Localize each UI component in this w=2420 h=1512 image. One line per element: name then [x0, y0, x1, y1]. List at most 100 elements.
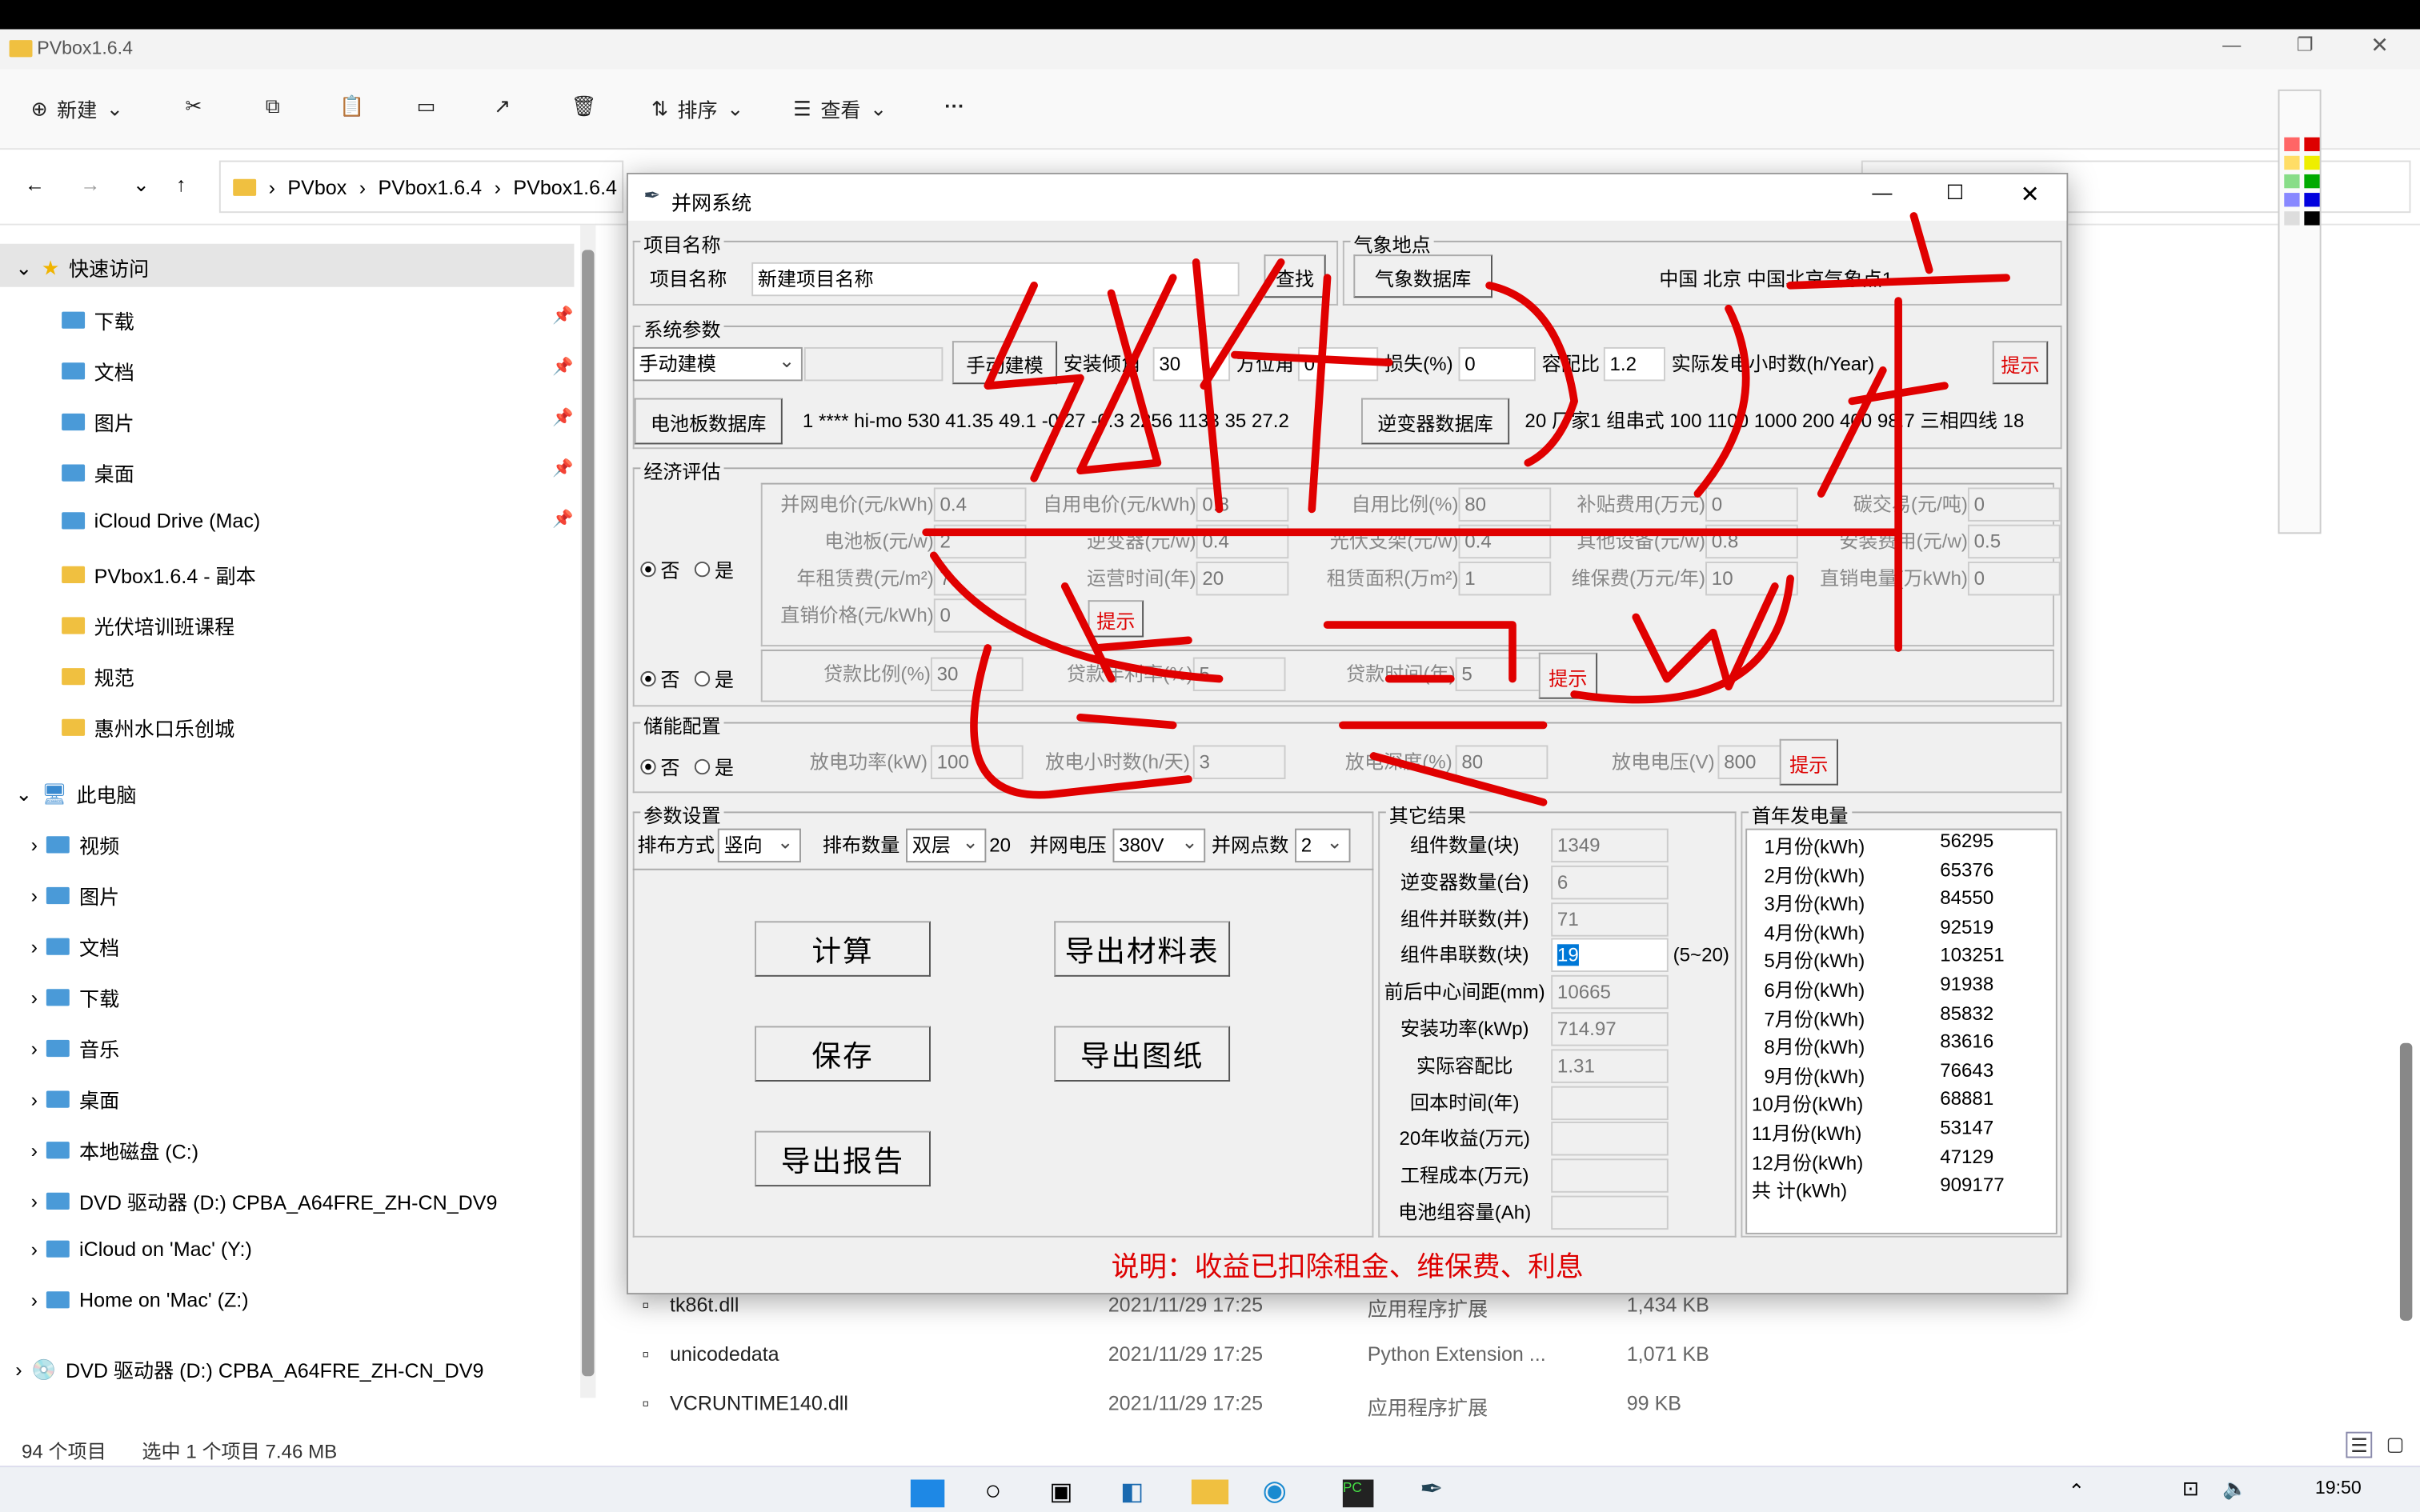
- share-icon[interactable]: ↗: [494, 94, 511, 119]
- radio-yes[interactable]: [694, 670, 711, 686]
- nav-item[interactable]: 图片: [62, 407, 134, 437]
- economy-hint-button[interactable]: 提示: [1088, 600, 1144, 638]
- loss-spinbox[interactable]: 0: [1458, 346, 1536, 382]
- economy-field-input[interactable]: 0.4: [1196, 524, 1289, 559]
- tiles-view-icon[interactable]: ▢: [2386, 1432, 2405, 1455]
- economy-field-input[interactable]: 80: [1458, 487, 1552, 522]
- loan-field-input[interactable]: 30: [930, 657, 1024, 691]
- tray-chevron-icon[interactable]: ⌃: [2068, 1479, 2085, 1504]
- manual-model-button[interactable]: 手动建模: [952, 341, 1058, 385]
- pin-icon[interactable]: 📌: [552, 458, 573, 478]
- nav-item[interactable]: 光伏培训班课程: [62, 611, 234, 641]
- nav-scrollbar[interactable]: [580, 225, 596, 1398]
- nav-pc-item[interactable]: › 桌面: [31, 1085, 120, 1114]
- radio-yes[interactable]: [694, 758, 711, 774]
- economy-field-input[interactable]: 0.4: [1458, 524, 1552, 559]
- nav-item[interactable]: 桌面: [62, 458, 134, 488]
- export-drawing-button[interactable]: 导出图纸: [1054, 1026, 1231, 1082]
- rename-icon[interactable]: ▭: [417, 94, 436, 119]
- project-name-input[interactable]: 新建项目名称: [751, 262, 1240, 297]
- points-select[interactable]: 2: [1295, 828, 1351, 863]
- new-button[interactable]: ⊕ 新建 ⌄: [31, 94, 123, 124]
- nav-item[interactable]: 规范: [62, 662, 134, 691]
- breadcrumb-item[interactable]: PVbox: [287, 175, 347, 198]
- economy-field-input[interactable]: 0.4: [933, 487, 1027, 522]
- nav-item[interactable]: 惠州水口乐创城: [62, 713, 234, 742]
- file-scrollbar[interactable]: [2395, 226, 2417, 1429]
- up-icon[interactable]: ↑: [176, 173, 186, 196]
- calculate-button[interactable]: 计算: [755, 921, 931, 977]
- radio-no[interactable]: [640, 561, 656, 577]
- close-icon[interactable]: ✕: [2370, 32, 2389, 58]
- more-button[interactable]: ···: [944, 94, 964, 118]
- dialog-close-icon[interactable]: ✕: [2020, 181, 2039, 209]
- file-row[interactable]: ▫ tk86t.dll 2021/11/29 17:25 应用程序扩展 1,434…: [633, 1293, 2393, 1326]
- layout-select[interactable]: 竖向: [717, 828, 801, 863]
- nav-pc-item[interactable]: › 文档: [31, 932, 120, 962]
- nav-pc-item[interactable]: › 音乐: [31, 1034, 120, 1063]
- nav-item[interactable]: 下载: [62, 306, 134, 335]
- count-number[interactable]: 20: [989, 829, 1011, 862]
- loan-field-input[interactable]: 5: [1455, 657, 1549, 691]
- azimuth-spinbox[interactable]: 0: [1297, 346, 1379, 382]
- search-button[interactable]: 查找: [1264, 254, 1326, 298]
- weather-db-button[interactable]: 气象数据库: [1353, 254, 1492, 298]
- view-button[interactable]: ☰ 查看 ⌄: [793, 94, 887, 124]
- network-icon[interactable]: ⊡: [2182, 1477, 2199, 1502]
- radio-no[interactable]: [640, 670, 656, 686]
- minimize-icon[interactable]: —: [2222, 34, 2241, 55]
- chevron-down-icon[interactable]: ⌄: [133, 173, 150, 198]
- loan-radio-group[interactable]: 否 是: [640, 663, 734, 693]
- loan-field-input[interactable]: 5: [1192, 657, 1286, 691]
- economy-field-input[interactable]: 0.5: [1967, 524, 2061, 559]
- economy-field-input[interactable]: 1: [1458, 561, 1552, 596]
- pin-icon[interactable]: 📌: [552, 509, 573, 529]
- mode-extra-field[interactable]: [803, 346, 944, 382]
- loan-hint-button[interactable]: 提示: [1538, 652, 1598, 699]
- voltage-select[interactable]: 380V: [1112, 828, 1206, 863]
- edge-icon[interactable]: ◉: [1263, 1475, 1287, 1508]
- economy-field-input[interactable]: 10: [1705, 561, 1798, 596]
- economy-field-input[interactable]: 20: [1196, 561, 1289, 596]
- clock[interactable]: 19:50: [2315, 1477, 2362, 1498]
- breadcrumb-item[interactable]: PVbox1.6.4: [513, 175, 617, 198]
- breadcrumb[interactable]: › PVbox › PVbox1.6.4 › PVbox1.6.4: [218, 160, 624, 214]
- nav-pc-item[interactable]: › 视频: [31, 830, 120, 860]
- widgets-icon[interactable]: ◧: [1120, 1477, 1144, 1508]
- start-icon[interactable]: [910, 1479, 945, 1508]
- annotation-palette[interactable]: [2278, 89, 2322, 534]
- nav-pc-item[interactable]: › Home on 'Mac' (Z:): [31, 1288, 249, 1311]
- result-value[interactable]: 19: [1551, 938, 1669, 973]
- feather-app-icon[interactable]: ✒: [1420, 1474, 1443, 1506]
- panel-db-button[interactable]: 电池板数据库: [634, 398, 783, 445]
- nav-item[interactable]: iCloud Drive (Mac): [62, 509, 260, 532]
- storage-hint-button[interactable]: 提示: [1779, 738, 1838, 786]
- forward-icon[interactable]: →: [80, 173, 100, 196]
- economy-radio-group[interactable]: 否 是: [640, 554, 734, 583]
- storage-field-input[interactable]: 100: [930, 745, 1024, 779]
- dialog-maximize-icon[interactable]: ☐: [1946, 181, 1964, 206]
- save-button[interactable]: 保存: [755, 1026, 931, 1082]
- breadcrumb-item[interactable]: PVbox1.6.4: [378, 175, 482, 198]
- modeling-mode-select[interactable]: 手动建模: [632, 346, 803, 382]
- nav-item[interactable]: 文档: [62, 356, 134, 386]
- cut-icon[interactable]: ✂: [185, 94, 202, 119]
- economy-field-input[interactable]: 0: [933, 598, 1027, 633]
- pin-icon[interactable]: 📌: [552, 356, 573, 376]
- radio-no[interactable]: [640, 758, 656, 774]
- nav-pc-item[interactable]: › iCloud on 'Mac' (Y:): [31, 1238, 252, 1261]
- nav-pc-item[interactable]: › 本地磁盘 (C:): [31, 1135, 198, 1165]
- file-row[interactable]: ▫ VCRUNTIME140.dll 2021/11/29 17:25 应用程序扩…: [633, 1392, 2393, 1426]
- economy-field-input[interactable]: 0.8: [1196, 487, 1289, 522]
- inverter-db-button[interactable]: 逆变器数据库: [1360, 398, 1510, 445]
- pycharm-icon[interactable]: PC: [1342, 1479, 1374, 1508]
- economy-field-input[interactable]: 0: [1705, 487, 1798, 522]
- nav-quick-access[interactable]: ⌄ ★ 快速访问: [15, 253, 149, 282]
- search-icon[interactable]: ○: [984, 1475, 1001, 1508]
- storage-radio-group[interactable]: 否 是: [640, 751, 734, 781]
- file-row[interactable]: ▫ unicodedata 2021/11/29 17:25 Python Ext…: [633, 1342, 2393, 1376]
- volume-icon[interactable]: 🔈: [2222, 1477, 2247, 1502]
- restore-icon[interactable]: ❐: [2297, 34, 2314, 55]
- radio-yes[interactable]: [694, 561, 711, 577]
- nav-pc-item[interactable]: › DVD 驱动器 (D:) CPBA_A64FRE_ZH-CN_DV9: [31, 1186, 498, 1216]
